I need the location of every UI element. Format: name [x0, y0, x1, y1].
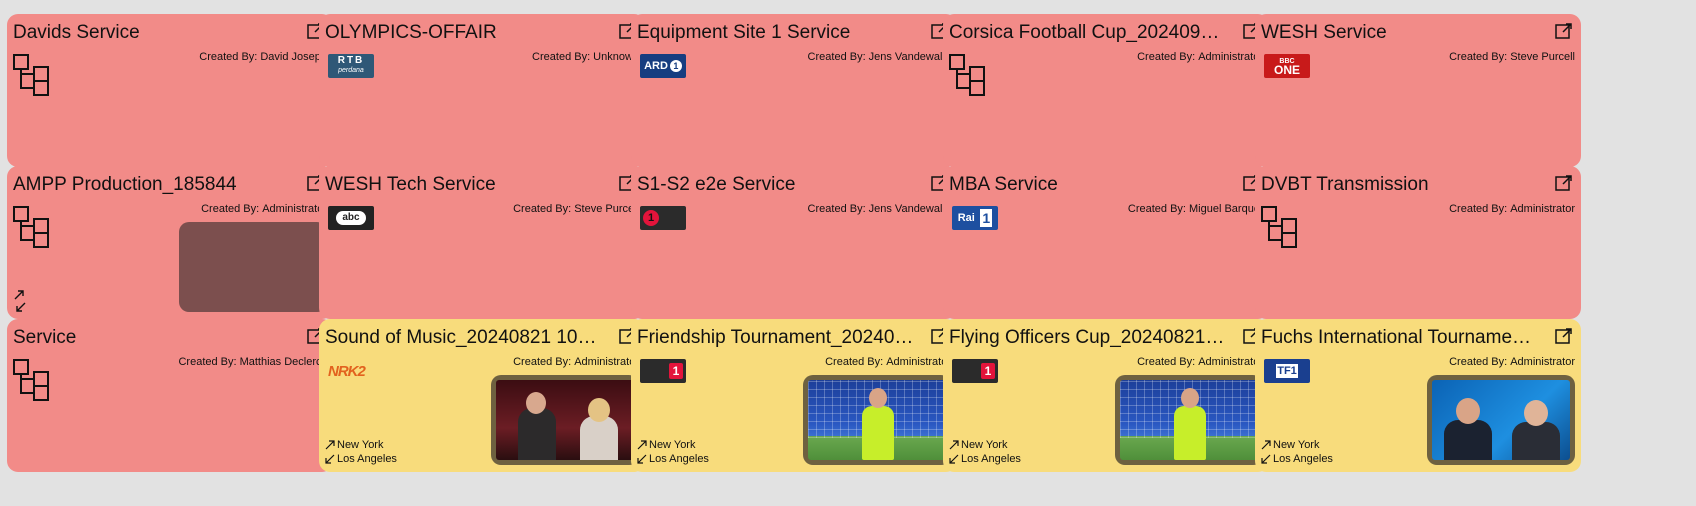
card-title: Sound of Music_20240821 100043 [325, 327, 605, 348]
service-workflow-icon [13, 54, 49, 96]
channel-logo-rai: Rai 1 [952, 206, 998, 230]
service-card[interactable]: Sound of Music_20240821 100043 Created B… [319, 319, 645, 472]
route-to: Los Angeles [961, 453, 1021, 465]
created-by: Created By: Miguel Barquet [1127, 203, 1263, 215]
card-title: Service [13, 327, 77, 348]
card-title: S1-S2 e2e Service [637, 174, 796, 195]
route-to: Los Angeles [1273, 453, 1333, 465]
card-title: Equipment Site 1 Service [637, 22, 851, 43]
card-title: Flying Officers Cup_20240821 100... [949, 327, 1229, 348]
created-by: Created By: Jens Vandewalle [807, 203, 951, 215]
route-to: Los Angeles [337, 453, 397, 465]
route: New York Los Angeles [637, 438, 709, 466]
route-from: New York [1273, 439, 1320, 451]
channel-logo-tf1: TF1 [1264, 359, 1310, 383]
service-card[interactable]: WESH Service Created By: Steve Purcell BB… [1255, 14, 1581, 167]
service-card[interactable]: DVBT Transmission Created By: Administrat… [1255, 166, 1581, 319]
service-card[interactable]: MBA Service Created By: Miguel Barquet Ra… [943, 166, 1269, 319]
service-card[interactable]: Flying Officers Cup_20240821 100... Crea… [943, 319, 1269, 472]
route-from: New York [337, 439, 384, 451]
preview-thumbnail[interactable] [491, 375, 639, 465]
created-by: Created By: Steve Purcell [1449, 51, 1575, 63]
service-card[interactable]: AMPP Production_185844 Created By: Admini… [7, 166, 333, 319]
service-card[interactable]: Fuchs International Tournament_20... Cre… [1255, 319, 1581, 472]
created-by: Created By: Administrator [1137, 51, 1263, 63]
channel-logo-rtb: RTB perdana [328, 54, 374, 78]
route-from: New York [961, 439, 1008, 451]
card-title: WESH Tech Service [325, 174, 496, 195]
arrow-up-right-icon [637, 440, 647, 450]
created-by: Created By: Administrator [513, 356, 639, 368]
created-by: Created By: Administrator [201, 203, 327, 215]
service-card[interactable]: Friendship Tournament_20240815 ... Creat… [631, 319, 957, 472]
card-title: Fuchs International Tournament_20... [1261, 327, 1541, 348]
service-workflow-icon [1261, 206, 1297, 248]
card-title: WESH Service [1261, 22, 1387, 43]
service-workflow-icon [949, 54, 985, 96]
arrow-up-right-icon [1261, 440, 1271, 450]
arrow-down-left-icon [949, 454, 959, 464]
open-external-icon[interactable] [1555, 22, 1573, 40]
card-title: Davids Service [13, 22, 140, 43]
service-card[interactable]: Davids Service Created By: David Joseph [7, 14, 333, 167]
created-by: Created By: Matthias Declerck [178, 356, 327, 368]
created-by: Created By: Unknown [532, 51, 639, 63]
created-by: Created By: Administrator [1449, 203, 1575, 215]
card-title: Corsica Football Cup_20240913 02... [949, 22, 1229, 43]
preview-thumbnail[interactable] [1115, 375, 1263, 465]
arrow-down-left-icon [325, 454, 335, 464]
video-preview [808, 380, 946, 460]
preview-thumbnail[interactable] [179, 222, 327, 312]
channel-logo-nrk2: NRK2 [328, 362, 366, 380]
service-card[interactable]: WESH Tech Service Created By: Steve Purce… [319, 166, 645, 319]
open-external-icon[interactable] [1555, 327, 1573, 345]
channel-logo-bbc: BBC ONE [1264, 54, 1310, 78]
created-by: Created By: Administrator [1137, 356, 1263, 368]
created-by: Created By: David Joseph [199, 51, 327, 63]
channel-logo-1: 1 [640, 359, 686, 383]
arrow-up-right-icon [325, 440, 335, 450]
route-from: New York [649, 439, 696, 451]
card-title: MBA Service [949, 174, 1058, 195]
video-preview [1432, 380, 1570, 460]
video-preview [1120, 380, 1258, 460]
route: New York Los Angeles [325, 438, 397, 466]
arrow-down-left-icon [637, 454, 647, 464]
channel-logo-1: 1 [952, 359, 998, 383]
card-title: AMPP Production_185844 [13, 174, 237, 195]
channel-logo-1: 1 [640, 206, 686, 230]
channel-logo-abc: abc [328, 206, 374, 230]
video-preview [496, 380, 634, 460]
open-external-icon[interactable] [1555, 174, 1573, 192]
created-by: Created By: Jens Vandewalle [807, 51, 951, 63]
preview-thumbnail[interactable] [1427, 375, 1575, 465]
created-by: Created By: Administrator [1449, 356, 1575, 368]
service-workflow-icon [13, 206, 49, 248]
arrow-up-right-icon [949, 440, 959, 450]
card-title: OLYMPICS-OFFAIR [325, 22, 497, 43]
preview-thumbnail[interactable] [803, 375, 951, 465]
service-card[interactable]: Corsica Football Cup_20240913 02... Crea… [943, 14, 1269, 167]
route: New York Los Angeles [1261, 438, 1333, 466]
created-by: Created By: Steve Purcell [513, 203, 639, 215]
route: New York Los Angeles [949, 438, 1021, 466]
arrow-down-left-icon [1261, 454, 1271, 464]
service-workflow-icon [13, 359, 49, 401]
expand-icon[interactable] [13, 289, 27, 313]
card-title: Friendship Tournament_20240815 ... [637, 327, 917, 348]
service-card[interactable]: S1-S2 e2e Service Created By: Jens Vandew… [631, 166, 957, 319]
card-title: DVBT Transmission [1261, 174, 1429, 195]
channel-logo-ard: ARD 1 [640, 54, 686, 78]
created-by: Created By: Administrator [825, 356, 951, 368]
service-card[interactable]: Equipment Site 1 Service Created By: Jens… [631, 14, 957, 167]
route-to: Los Angeles [649, 453, 709, 465]
service-card[interactable]: OLYMPICS-OFFAIR Created By: Unknown RTB pe… [319, 14, 645, 167]
service-card[interactable]: Service Created By: Matthias Declerck [7, 319, 333, 472]
